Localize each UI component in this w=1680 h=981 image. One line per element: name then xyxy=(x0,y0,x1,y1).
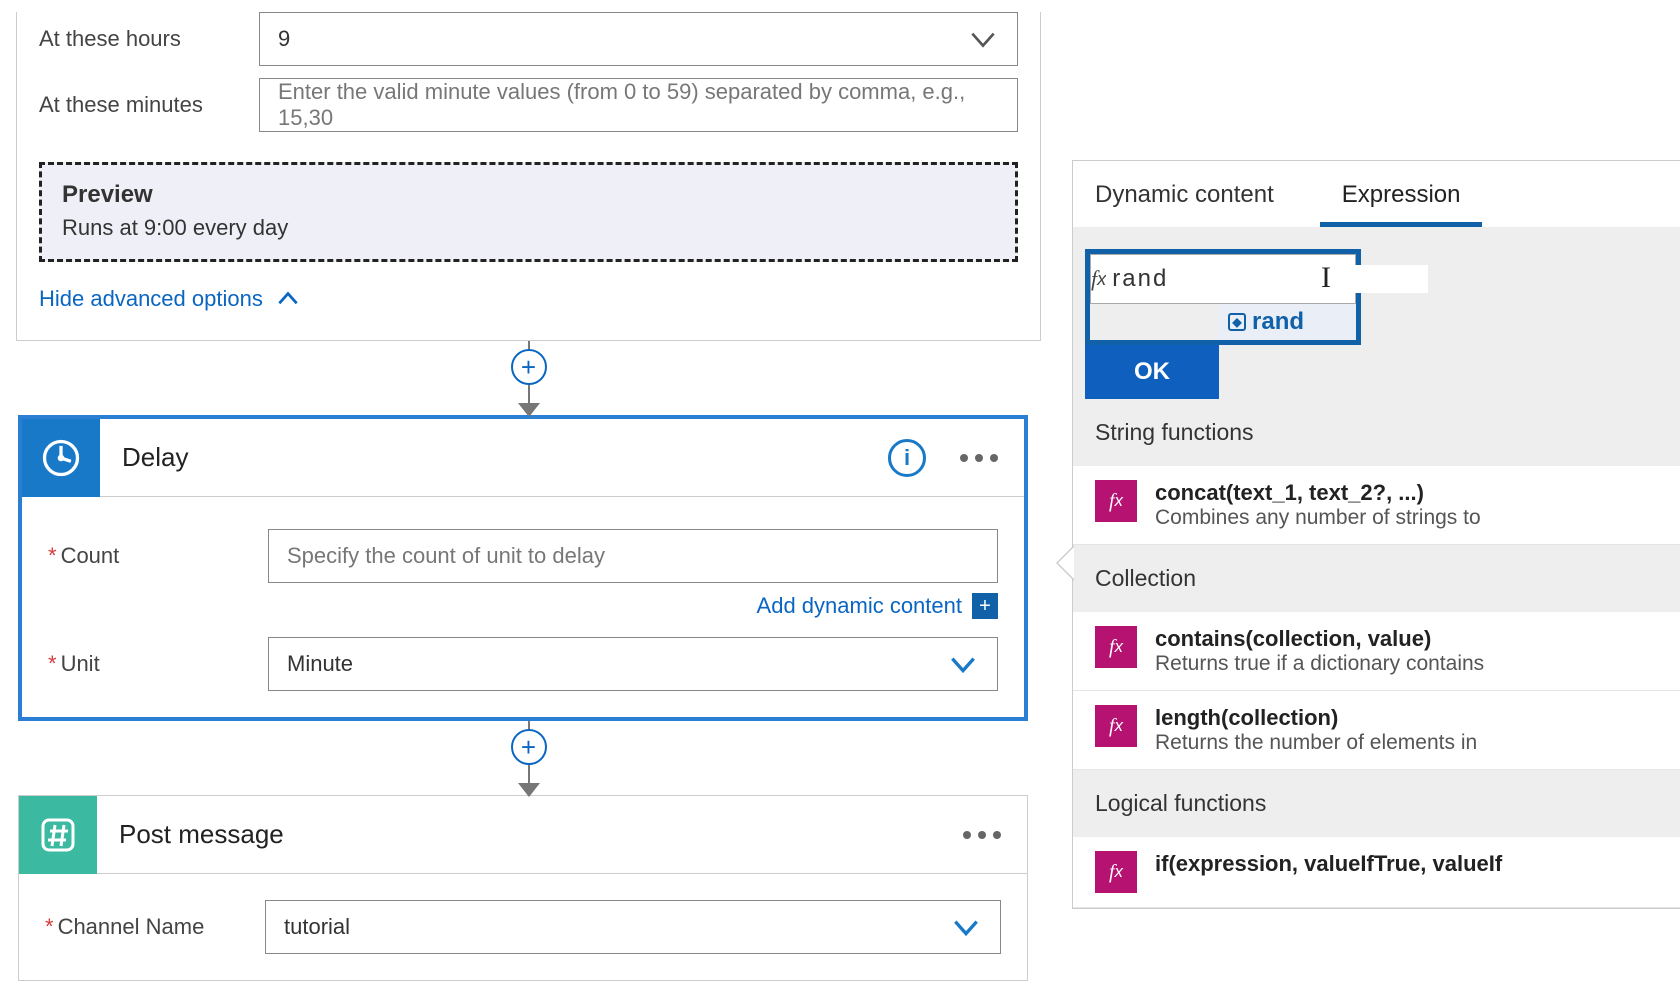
channel-label: *Channel Name xyxy=(45,914,265,940)
connector: + xyxy=(16,721,1041,795)
clock-icon xyxy=(22,419,100,497)
tab-dynamic-content[interactable]: Dynamic content xyxy=(1073,163,1296,227)
section-logical-functions: Logical functions xyxy=(1073,770,1680,837)
fn-if[interactable]: fx if(expression, valueIfTrue, valueIf xyxy=(1073,837,1680,908)
section-string-functions: String functions xyxy=(1073,399,1680,466)
hours-dropdown[interactable]: 9 xyxy=(259,12,1018,66)
add-step-button[interactable]: + xyxy=(511,349,547,385)
arrow-down-icon xyxy=(518,783,540,797)
preview-text: Runs at 9:00 every day xyxy=(62,215,995,241)
more-menu-icon[interactable] xyxy=(963,831,1001,839)
fx-icon: fx xyxy=(1095,851,1137,893)
connector: + xyxy=(16,341,1041,415)
chevron-up-icon xyxy=(275,286,301,312)
channel-dropdown[interactable]: tutorial xyxy=(265,900,1001,954)
fx-icon: fx xyxy=(1091,266,1106,292)
count-input[interactable]: Specify the count of unit to delay xyxy=(268,529,998,583)
panel-pointer-icon xyxy=(1056,545,1074,581)
fn-length[interactable]: fx length(collection) Returns the number… xyxy=(1073,691,1680,770)
more-menu-icon[interactable] xyxy=(960,454,998,462)
arrow-down-icon xyxy=(518,403,540,417)
hide-advanced-link[interactable]: Hide advanced options xyxy=(39,286,301,312)
hours-value: 9 xyxy=(278,26,290,52)
minutes-label: At these minutes xyxy=(39,92,259,118)
add-step-button[interactable]: + xyxy=(511,729,547,765)
unit-dropdown[interactable]: Minute xyxy=(268,637,998,691)
fx-icon: fx xyxy=(1095,626,1137,668)
minutes-placeholder: Enter the valid minute values (from 0 to… xyxy=(278,79,999,131)
delay-header[interactable]: Delay i xyxy=(22,419,1024,497)
delay-card: Delay i *Count Specify the count of unit… xyxy=(18,415,1028,721)
tab-expression[interactable]: Expression xyxy=(1320,163,1483,227)
recurrence-card: At these hours 9 At these minutes Enter … xyxy=(16,12,1041,341)
plus-icon: + xyxy=(972,593,998,619)
dynamic-content-panel: Dynamic content Expression fx ◆ rand I O… xyxy=(1072,160,1680,909)
expression-input[interactable] xyxy=(1106,265,1428,293)
preview-box: Preview Runs at 9:00 every day xyxy=(39,162,1018,262)
fn-concat[interactable]: fx concat(text_1, text_2?, ...) Combines… xyxy=(1073,466,1680,545)
fn-contains[interactable]: fx contains(collection, value) Returns t… xyxy=(1073,612,1680,691)
unit-label: *Unit xyxy=(48,651,268,677)
ok-button[interactable]: OK xyxy=(1085,345,1219,399)
minutes-input[interactable]: Enter the valid minute values (from 0 to… xyxy=(259,78,1018,132)
expression-suggestion[interactable]: ◆ rand xyxy=(1218,304,1356,340)
preview-heading: Preview xyxy=(62,181,995,209)
count-label: *Count xyxy=(48,543,268,569)
hash-icon xyxy=(19,796,97,874)
section-collection: Collection xyxy=(1073,545,1680,612)
fx-icon: fx xyxy=(1095,480,1137,522)
post-header[interactable]: Post message xyxy=(19,796,1027,874)
chevron-down-icon xyxy=(950,911,982,943)
cube-icon: ◆ xyxy=(1228,313,1246,331)
post-message-card: Post message *Channel Name tutorial xyxy=(18,795,1028,981)
info-icon[interactable]: i xyxy=(888,439,926,477)
hours-label: At these hours xyxy=(39,26,259,52)
chevron-down-icon xyxy=(947,648,979,680)
text-cursor-icon: I xyxy=(1321,261,1331,295)
delay-title: Delay xyxy=(100,442,888,473)
fx-icon: fx xyxy=(1095,705,1137,747)
chevron-down-icon xyxy=(967,23,999,55)
add-dynamic-content-link[interactable]: Add dynamic content + xyxy=(48,593,998,619)
post-title: Post message xyxy=(97,819,963,850)
expression-highlight: fx ◆ rand xyxy=(1085,249,1361,345)
expression-input-row[interactable]: fx xyxy=(1090,254,1356,304)
